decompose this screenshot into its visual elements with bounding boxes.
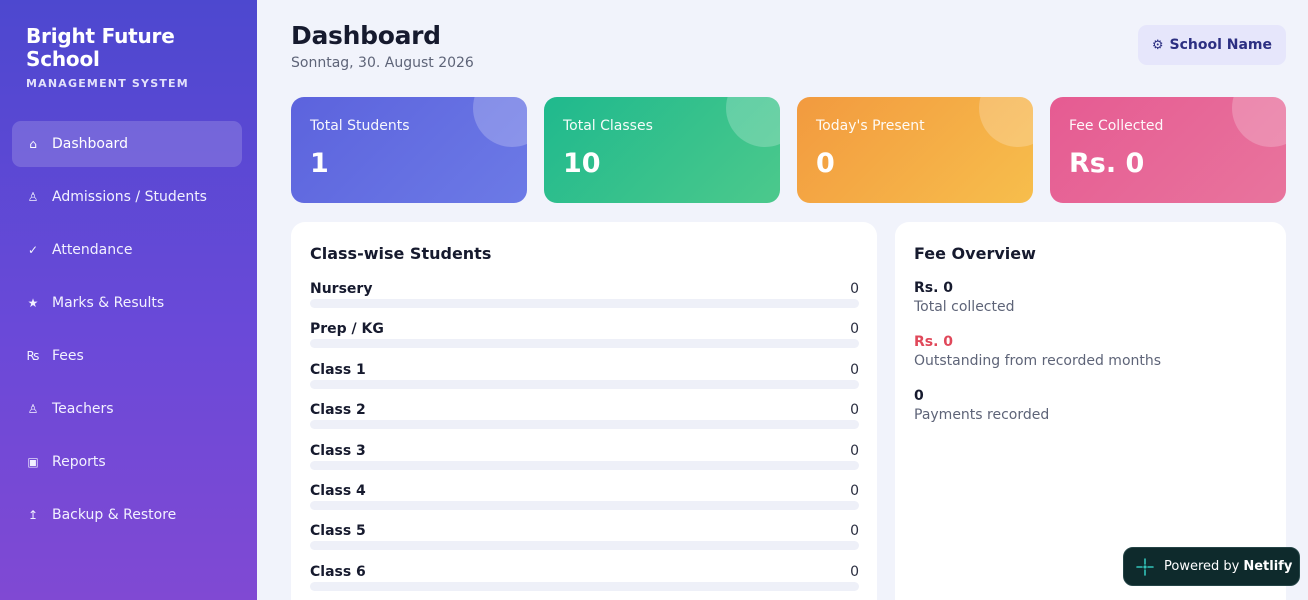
- stat-label: Fee Collected: [1069, 118, 1164, 134]
- sidebar-item-backup-restore[interactable]: ↥ Backup & Restore: [12, 492, 242, 538]
- fee-value: Rs. 0: [914, 280, 954, 296]
- star-icon: ★: [27, 296, 39, 310]
- stat-card-total-classes: Total Classes 10: [544, 97, 780, 203]
- list-item: Class 1 0: [310, 361, 859, 401]
- netlify-badge-link[interactable]: Powered by Netlify: [1123, 547, 1300, 586]
- netlify-icon: [1136, 557, 1154, 576]
- sidebar-item-reports[interactable]: ▣ Reports: [12, 439, 242, 485]
- sidebar-item-label: Fees: [52, 348, 84, 364]
- sidebar-item-marks-results[interactable]: ★ Marks & Results: [12, 280, 242, 326]
- list-item: Class 3 0: [310, 442, 859, 482]
- class-name: Nursery: [310, 281, 373, 297]
- netlify-brand: Netlify: [1243, 559, 1293, 574]
- class-progress-bar: [310, 500, 859, 510]
- stat-card-total-students: Total Students 1: [291, 97, 527, 203]
- class-name: Prep / KG: [310, 321, 384, 338]
- stat-value: 0: [816, 148, 835, 179]
- class-name: Class 2: [310, 402, 366, 419]
- page-date: Sonntag, 30. August 2026: [291, 55, 474, 71]
- stat-label: Total Classes: [563, 118, 653, 134]
- list-item: Class 5 0: [310, 522, 859, 562]
- list-item: Nursery 0: [310, 280, 859, 320]
- sidebar-item-attendance[interactable]: ✓ Attendance: [12, 227, 242, 273]
- student-icon: ♙: [27, 190, 39, 204]
- list-item: Class 6 0: [310, 563, 859, 600]
- sidebar-item-label: Backup & Restore: [52, 507, 177, 523]
- gear-icon: ⚙: [1151, 37, 1164, 53]
- class-name: Class 6: [310, 563, 366, 580]
- sidebar: Bright Future School MANAGEMENT SYSTEM ⌂…: [0, 0, 257, 600]
- class-count: 0: [850, 563, 859, 580]
- report-icon: ▣: [27, 455, 39, 469]
- school-name-label: School Name: [1169, 37, 1272, 53]
- stat-card-fee-collected: Fee Collected Rs. 0: [1050, 97, 1286, 203]
- sidebar-item-label: Reports: [52, 454, 106, 470]
- page-title: Dashboard: [291, 21, 441, 50]
- main-content: Dashboard Sonntag, 30. August 2026 ⚙ Sch…: [257, 0, 1308, 600]
- sidebar-nav: ⌂ Dashboard ♙ Admissions / Students ✓ At…: [12, 121, 242, 545]
- class-progress-bar: [310, 379, 859, 389]
- list-item: Prep / KG 0: [310, 320, 859, 360]
- stat-card-todays-present: Today's Present 0: [797, 97, 1033, 203]
- class-wise-students-card: Class-wise Students Nursery 0 Prep / KG …: [291, 222, 877, 600]
- teacher-icon: ♙: [27, 402, 39, 416]
- sidebar-item-teachers[interactable]: ♙ Teachers: [12, 386, 242, 432]
- stats-row: Total Students 1 Total Classes 10 Today'…: [291, 97, 1286, 203]
- class-progress-bar: [310, 420, 859, 430]
- class-progress-bar: [310, 581, 859, 591]
- sidebar-item-label: Attendance: [52, 242, 133, 258]
- class-count: 0: [850, 442, 859, 459]
- school-name-button[interactable]: ⚙ School Name: [1137, 25, 1286, 65]
- sidebar-item-label: Admissions / Students: [52, 189, 207, 205]
- class-name: Class 1: [310, 361, 366, 378]
- class-count: 0: [850, 281, 859, 297]
- check-icon: ✓: [27, 243, 39, 257]
- fee-label: Total collected: [914, 299, 1015, 315]
- fee-total-collected: Rs. 0 Total collected: [914, 280, 1015, 315]
- class-name: Class 4: [310, 482, 366, 499]
- stat-label: Total Students: [310, 118, 410, 134]
- sidebar-item-label: Marks & Results: [52, 295, 165, 311]
- rupee-icon: ₨: [26, 349, 40, 363]
- fee-overview-card: Fee Overview Rs. 0 Total collected Rs. 0…: [895, 222, 1286, 600]
- brand-title: Bright Future School: [26, 24, 175, 71]
- class-count: 0: [850, 321, 859, 338]
- sidebar-item-fees[interactable]: ₨ Fees: [12, 333, 242, 379]
- netlify-prefix: Powered by: [1164, 559, 1240, 574]
- fee-payments-recorded: 0 Payments recorded: [914, 388, 1049, 423]
- class-list: Nursery 0 Prep / KG 0 Class 1 0 Class 2 …: [310, 280, 859, 600]
- class-count: 0: [850, 402, 859, 419]
- stat-label: Today's Present: [816, 118, 925, 134]
- class-count: 0: [850, 361, 859, 378]
- list-item: Class 4 0: [310, 482, 859, 522]
- class-progress-bar: [310, 339, 859, 349]
- card-title: Class-wise Students: [310, 244, 492, 263]
- class-name: Class 5: [310, 523, 366, 540]
- class-progress-bar: [310, 541, 859, 551]
- list-item: Class 2 0: [310, 401, 859, 441]
- fee-label: Outstanding from recorded months: [914, 353, 1162, 369]
- sidebar-item-admissions[interactable]: ♙ Admissions / Students: [12, 174, 242, 220]
- fee-outstanding: Rs. 0 Outstanding from recorded months: [914, 334, 1161, 369]
- class-progress-bar: [310, 460, 859, 470]
- home-icon: ⌂: [29, 137, 37, 151]
- sidebar-item-label: Dashboard: [52, 136, 128, 152]
- class-count: 0: [850, 482, 859, 499]
- class-count: 0: [850, 523, 859, 540]
- fee-value: 0: [914, 388, 924, 404]
- backup-icon: ↥: [27, 508, 39, 522]
- stat-value: 1: [310, 148, 329, 179]
- stat-value: 10: [563, 148, 601, 179]
- sidebar-item-dashboard[interactable]: ⌂ Dashboard: [12, 121, 242, 167]
- fee-value: Rs. 0: [914, 334, 954, 350]
- stat-value: Rs. 0: [1069, 148, 1145, 179]
- sidebar-item-label: Teachers: [52, 401, 114, 417]
- card-title: Fee Overview: [914, 244, 1036, 263]
- fee-label: Payments recorded: [914, 407, 1050, 423]
- class-name: Class 3: [310, 442, 366, 459]
- class-progress-bar: [310, 299, 859, 308]
- brand-subtitle: MANAGEMENT SYSTEM: [26, 77, 189, 90]
